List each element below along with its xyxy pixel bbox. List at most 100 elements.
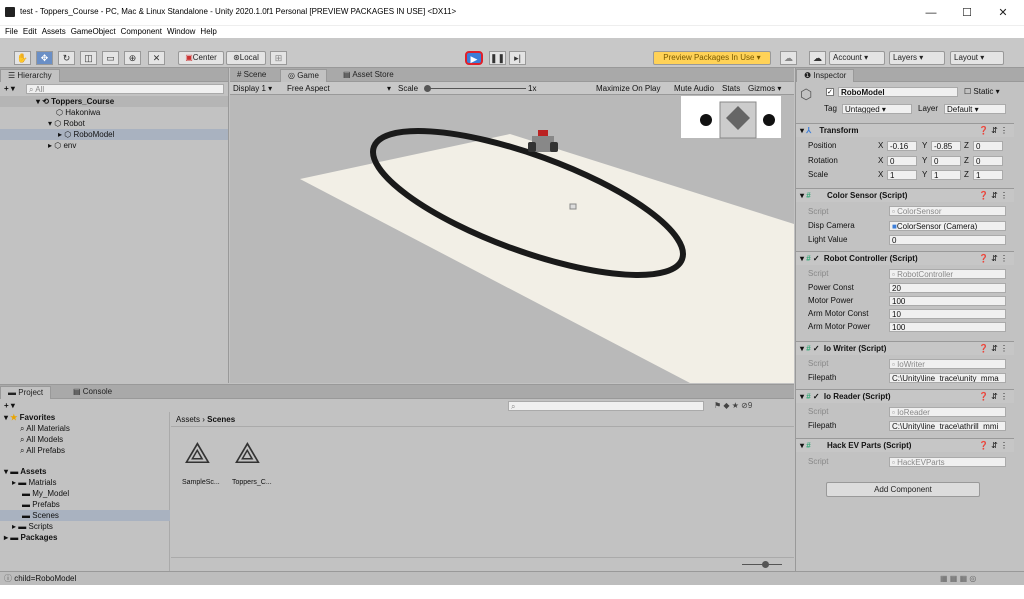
hierarchy-add-button[interactable]: + ▾ (4, 83, 15, 94)
icon-size-slider-handle[interactable] (762, 561, 769, 568)
menu-gameobject[interactable]: GameObject (71, 26, 116, 38)
folder-prefabs[interactable]: ▬ Prefabs (22, 499, 60, 510)
hand-tool-icon[interactable]: ✋ (14, 51, 31, 65)
layout-dropdown[interactable]: Layout ▾ (950, 51, 1004, 65)
robot-param-field[interactable]: 20 (889, 283, 1006, 293)
collab-icon[interactable]: ☁ (780, 51, 797, 65)
component-menu-icon[interactable]: ❓ ⇵ ⋮ (979, 189, 1008, 202)
transform-pos-field[interactable]: -0.16 (887, 141, 917, 151)
transform-scl-field[interactable]: 1 (887, 170, 917, 180)
tab-scene[interactable]: # Scene (230, 69, 273, 82)
minimize-button[interactable]: — (913, 0, 949, 26)
transform-scl-field[interactable]: 1 (973, 170, 1003, 180)
play-button[interactable]: ▶ (465, 51, 483, 65)
close-button[interactable]: ✕ (985, 0, 1021, 26)
menu-window[interactable]: Window (167, 26, 195, 38)
menu-file[interactable]: File (5, 26, 18, 38)
component-menu-icon[interactable]: ❓ ⇵ ⋮ (979, 342, 1008, 355)
step-button[interactable]: ▸| (509, 51, 526, 65)
io-reader-header[interactable]: ▾ # ✓ Io Reader (Script) ❓ ⇵ ⋮ (796, 389, 1014, 403)
preview-packages-button[interactable]: Preview Packages In Use ▾ (653, 51, 771, 65)
robot-controller-header[interactable]: ▾ # ✓ Robot Controller (Script) ❓ ⇵ ⋮ (796, 251, 1014, 265)
project-search-input[interactable]: ⌕ (508, 401, 704, 411)
cloud-icon[interactable]: ☁ (809, 51, 826, 65)
active-checkbox[interactable]: ✓ (826, 88, 834, 96)
status-icons[interactable]: ▦ ▦ ▦ ◎ (940, 573, 976, 584)
account-dropdown[interactable]: Account ▾ (829, 51, 885, 65)
static-toggle[interactable]: ☐ Static ▾ (964, 86, 1000, 97)
component-menu-icon[interactable]: ❓ ⇵ ⋮ (979, 439, 1008, 452)
transform-header[interactable]: ▾ ⅄ Transform ❓ ⇵ ⋮ (796, 123, 1014, 137)
hierarchy-item-robomodel[interactable]: ▸ ⬡ RoboModel (0, 129, 228, 140)
unity-scene-icon[interactable]: ⟁ (184, 437, 211, 471)
favorites-row[interactable]: ▾ ★ Favorites (4, 412, 55, 423)
scene-row[interactable]: ▾ ⟲ Toppers_Course (0, 96, 228, 107)
aspect-dropdown[interactable]: Free Aspect ▾ (287, 83, 391, 94)
menu-help[interactable]: Help (200, 26, 216, 38)
robot-param-field[interactable]: 100 (889, 322, 1006, 332)
fav-all-materials[interactable]: ⌕ All Materials (20, 423, 70, 434)
mute-audio-toggle[interactable]: Mute Audio (674, 83, 714, 94)
disp-camera-field[interactable]: ■ColorSensor (Camera) (889, 221, 1006, 231)
menu-assets[interactable]: Assets (42, 26, 66, 38)
unity-scene-icon[interactable]: ⟁ (234, 437, 261, 471)
rect-tool-icon[interactable]: ▭ (102, 51, 119, 65)
scale-slider[interactable] (424, 85, 526, 92)
color-sensor-header[interactable]: ▾ # Color Sensor (Script) ❓ ⇵ ⋮ (796, 188, 1014, 202)
gizmos-dropdown[interactable]: Gizmos ▾ (748, 83, 781, 94)
object-name-field[interactable]: RoboModel (838, 87, 958, 97)
folder-my-model[interactable]: ▬ My_Model (22, 488, 69, 499)
fav-all-models[interactable]: ⌕ All Models (20, 434, 63, 445)
tab-project[interactable]: ▬ Project (0, 386, 52, 399)
pivot-local-button[interactable]: ⊛Local (226, 51, 266, 65)
folder-matrials[interactable]: ▸ ▬ Matrials (12, 477, 57, 488)
custom-tool-icon[interactable]: ✕ (148, 51, 165, 65)
hack-ev-header[interactable]: ▾ # Hack EV Parts (Script) ❓ ⇵ ⋮ (796, 438, 1014, 452)
breadcrumb-root[interactable]: Assets (176, 415, 200, 424)
tab-inspector[interactable]: ❶ Inspector (796, 69, 855, 82)
hierarchy-item-env[interactable]: ▸ ⬡ env (48, 140, 76, 151)
io-writer-header[interactable]: ▾ # ✓ Io Writer (Script) ❓ ⇵ ⋮ (796, 341, 1014, 355)
component-menu-icon[interactable]: ❓ ⇵ ⋮ (979, 390, 1008, 403)
transform-tool-icon[interactable]: ⊕ (124, 51, 141, 65)
tab-asset-store[interactable]: ▤ Asset Store (336, 69, 401, 82)
transform-rot-field[interactable]: 0 (973, 156, 1003, 166)
layers-dropdown[interactable]: Layers ▾ (889, 51, 945, 65)
project-filter-icons[interactable]: ⚑ ◆ ★ ⊘9 (714, 400, 752, 411)
menu-component[interactable]: Component (121, 26, 162, 38)
component-menu-icon[interactable]: ❓ ⇵ ⋮ (979, 252, 1008, 265)
pivot-center-button[interactable]: ▣Center (178, 51, 224, 65)
assets-row[interactable]: ▾ ▬ Assets (4, 466, 46, 477)
tab-hierarchy[interactable]: ☰ Hierarchy (0, 69, 60, 82)
grid-snap-icon[interactable]: ⊞ (270, 51, 287, 65)
layer-dropdown[interactable]: Default ▾ (944, 104, 1006, 114)
stats-toggle[interactable]: Stats (722, 83, 740, 94)
packages-row[interactable]: ▸ ▬ Packages (4, 532, 57, 543)
robot-param-field[interactable]: 100 (889, 296, 1006, 306)
transform-pos-field[interactable]: 0 (973, 141, 1003, 151)
scene-file-toppers[interactable]: Toppers_C... (232, 477, 272, 488)
light-value-field[interactable]: 0 (889, 235, 1006, 245)
component-menu-icon[interactable]: ❓ ⇵ ⋮ (979, 124, 1008, 137)
scale-slider-handle[interactable] (424, 85, 431, 92)
display-dropdown[interactable]: Display 1 ▾ (233, 83, 272, 94)
maximize-button[interactable]: ☐ (949, 0, 985, 26)
tab-game[interactable]: ◎ Game (280, 69, 327, 82)
hierarchy-search-input[interactable]: ⌕ All (26, 84, 224, 94)
menu-edit[interactable]: Edit (23, 26, 37, 38)
io-reader-filepath-field[interactable]: C:\Unity\line_trace\athrill_mmi (889, 421, 1006, 431)
pause-button[interactable]: ❚❚ (489, 51, 506, 65)
transform-scl-field[interactable]: 1 (931, 170, 961, 180)
tab-console[interactable]: ▤ Console (66, 386, 119, 399)
rotate-tool-icon[interactable]: ↻ (58, 51, 75, 65)
transform-rot-field[interactable]: 0 (931, 156, 961, 166)
folder-scripts[interactable]: ▸ ▬ Scripts (12, 521, 53, 532)
io-writer-filepath-field[interactable]: C:\Unity\line_trace\unity_mma (889, 373, 1006, 383)
hierarchy-item-robot[interactable]: ▾ ⬡ Robot (48, 118, 85, 129)
scale-tool-icon[interactable]: ◫ (80, 51, 97, 65)
icon-size-slider[interactable] (742, 561, 782, 568)
tag-dropdown[interactable]: Untagged ▾ (842, 104, 912, 114)
robot-param-field[interactable]: 10 (889, 309, 1006, 319)
transform-rot-field[interactable]: 0 (887, 156, 917, 166)
folder-scenes[interactable]: ▬ Scenes (0, 510, 170, 521)
